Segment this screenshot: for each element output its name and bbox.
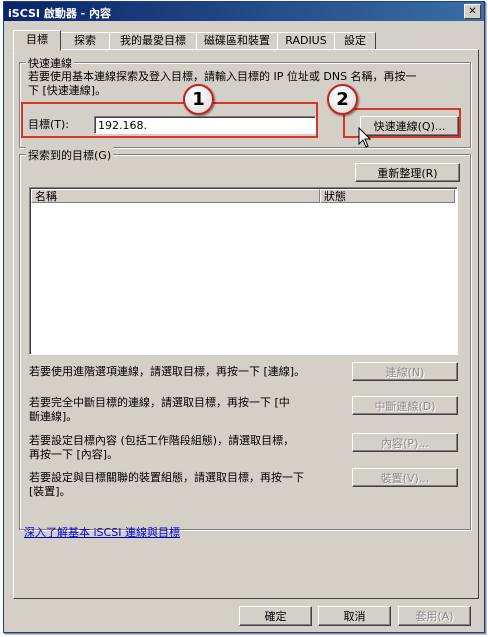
discovered-targets-group: 探索到的目標(G) 重新整理(R) 名稱 狀態 若要使用進階選項連線，請選取目標…: [19, 147, 471, 530]
properties-button[interactable]: 內容(P)...: [352, 433, 458, 452]
column-status[interactable]: 狀態: [320, 189, 455, 203]
properties-help-text-1: 若要設定目標內容 (包括工作階段組態)，請選取目標，: [29, 434, 295, 447]
learn-more-link[interactable]: 深入了解基本 iSCSI 連線與目標: [24, 524, 180, 540]
targets-list[interactable]: 名稱 狀態: [29, 187, 458, 355]
cancel-button[interactable]: 取消: [318, 606, 391, 626]
window-title: iSCSI 啟動器 - 內容: [8, 7, 112, 20]
mouse-pointer-icon: [358, 127, 372, 148]
ok-button[interactable]: 確定: [239, 606, 312, 626]
quick-connect-description-1: 若要使用基本連線探索及登入目標，請輸入目標的 IP 位址或 DNS 名稱，再按一: [28, 70, 417, 83]
quick-connect-description-2: 下 [快速連線]。: [28, 84, 107, 97]
discovered-targets-legend: 探索到的目標(G): [26, 147, 114, 163]
title-bar[interactable]: iSCSI 啟動器 - 內容 ✕: [4, 2, 484, 21]
iscsi-properties-window: iSCSI 啟動器 - 內容 ✕ 目標 探索 我的最愛目標 磁碟區和裝置 RAD…: [3, 1, 485, 633]
tab-discovery[interactable]: 探索: [60, 32, 110, 50]
devices-help-text-2: [裝置]。: [29, 485, 71, 498]
annotation-badge-1: 1: [183, 84, 214, 115]
annotation-target-box: [21, 102, 318, 138]
disconnect-button[interactable]: 中斷連線(D): [352, 396, 458, 415]
devices-help-text-1: 若要設定與目標關聯的裝置組態，請選取目標，再按一下: [29, 471, 304, 484]
tab-targets[interactable]: 目標: [13, 30, 61, 51]
tab-favorite-targets[interactable]: 我的最愛目標: [109, 32, 197, 50]
tab-configuration[interactable]: 設定: [334, 32, 376, 50]
refresh-button[interactable]: 重新整理(R): [355, 163, 460, 182]
connect-help-text: 若要使用進階選項連線，請選取目標，再按一下 [連線]。: [29, 365, 306, 378]
column-name[interactable]: 名稱: [31, 189, 320, 203]
disconnect-help-text-2: 斷連線]。: [29, 410, 78, 423]
apply-button[interactable]: 套用(A): [398, 606, 471, 626]
connect-button[interactable]: 連線(N): [352, 362, 458, 381]
annotation-badge-2: 2: [327, 84, 358, 115]
quick-connect-legend: 快速連線: [26, 55, 74, 71]
devices-button[interactable]: 裝置(V)...: [352, 468, 458, 487]
tab-radius[interactable]: RADIUS: [277, 32, 335, 50]
disconnect-help-text-1: 若要完全中斷目標的連線，請選取目標，再按一下 [中: [29, 396, 290, 409]
close-icon[interactable]: ✕: [464, 4, 481, 19]
tab-volumes-devices[interactable]: 磁碟區和裝置: [196, 32, 278, 50]
properties-help-text-2: 再按一下 [內容]。: [29, 448, 119, 461]
